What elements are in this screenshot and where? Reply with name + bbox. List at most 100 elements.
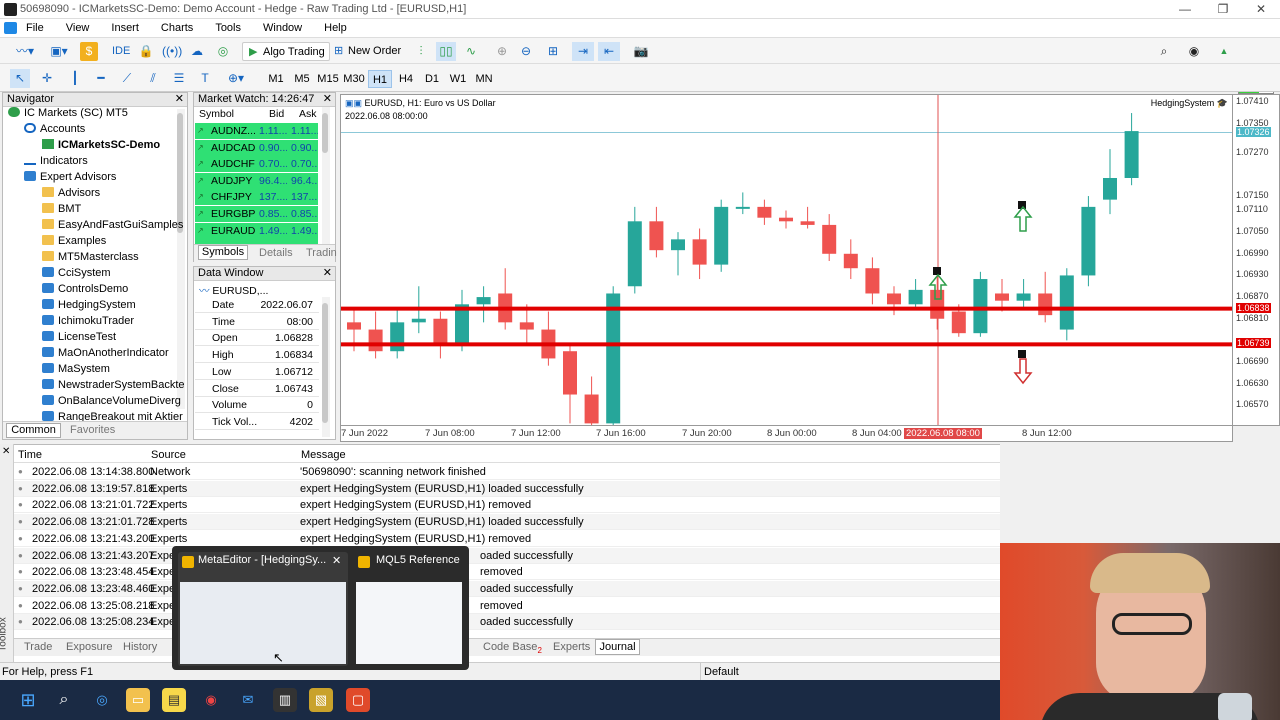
timeframe-m5[interactable]: M5 (290, 70, 314, 88)
market-watch-row[interactable]: ↗ EURGBP 0.85... 0.85... (195, 206, 318, 222)
timeframe-m30[interactable]: M30 (342, 70, 366, 88)
journal-row[interactable]: ● 2022.06.08 13:21:01.722 Experts expert He… (14, 497, 1000, 514)
crosshair-icon[interactable]: ✛ (38, 69, 56, 88)
journal-row[interactable]: ● 2022.06.08 13:21:01.728 Experts expert He… (14, 514, 1000, 531)
tab-exposure[interactable]: Exposure (66, 641, 112, 653)
close-icon[interactable]: ✕ (175, 93, 184, 106)
trendline-icon[interactable]: ⟋ (118, 69, 136, 88)
line-chart-icon[interactable]: ∿ (462, 42, 480, 61)
vps-icon[interactable]: ◎ (214, 42, 232, 61)
journal-row[interactable]: ● 2022.06.08 13:23:48.454 Expe removed (14, 564, 1000, 581)
tab-experts[interactable]: Experts (553, 641, 590, 653)
tab-code-base[interactable]: Code Base2 (483, 641, 542, 655)
cursor-icon[interactable]: ↖ (10, 69, 30, 88)
restore-icon[interactable]: ❐ (1204, 0, 1242, 19)
account-icon[interactable]: ◉ (1186, 42, 1202, 61)
nav-folder-2[interactable]: EasyAndFastGuiSamples (42, 217, 183, 233)
lock-icon[interactable]: 🔒 (138, 42, 154, 61)
menu-help[interactable]: Help (324, 19, 347, 37)
market-watch-row[interactable]: ↗ EURAUD 1.49... 1.49... (195, 222, 318, 239)
nav-folder-1[interactable]: BMT (42, 201, 81, 217)
shapes-icon[interactable]: ⊕▾ (222, 69, 250, 88)
fibonacci-icon[interactable]: ☰ (170, 69, 188, 88)
nav-expert-0[interactable]: CciSystem (42, 265, 111, 281)
cloud-icon[interactable]: ☁ (188, 42, 206, 61)
tab-trading[interactable]: Tradin (306, 247, 337, 259)
col-time[interactable]: Time (18, 449, 42, 461)
mt5-taskbar-icon[interactable]: ▥ (273, 688, 297, 712)
nav-expert-1[interactable]: ControlsDemo (42, 281, 128, 297)
chrome-icon[interactable]: ◉ (199, 688, 223, 712)
signal-icon[interactable]: ((•)) (162, 42, 182, 61)
nav-folder-4[interactable]: MT5Masterclass (42, 249, 139, 265)
grid-icon[interactable]: ⊞ (544, 42, 562, 61)
market-watch-row[interactable]: ↗ AUDNZ... 1.11... 1.11... (195, 123, 318, 139)
dollar-icon[interactable]: $ (80, 42, 98, 61)
preview-metaeditor[interactable]: MetaEditor - [HedgingSy... ✕ (178, 552, 348, 666)
ide-button[interactable]: IDE (108, 42, 134, 61)
candles-icon[interactable]: ▯▯ (436, 42, 456, 61)
candlestick-chart[interactable] (341, 95, 1233, 426)
col-message[interactable]: Message (301, 449, 346, 461)
nav-folder-3[interactable]: Examples (42, 233, 106, 249)
metaeditor-taskbar-icon[interactable]: ▧ (309, 688, 333, 712)
edge-icon[interactable]: ◎ (90, 688, 114, 712)
journal-row[interactable]: ● 2022.06.08 13:21:43.200 Experts expert He… (14, 531, 1000, 547)
menu-file[interactable]: File (26, 19, 44, 37)
nav-folder-0[interactable]: Advisors (42, 185, 100, 201)
nav-indicators[interactable]: Indicators (24, 153, 88, 169)
tab-trade[interactable]: Trade (24, 641, 52, 653)
timeframe-m15[interactable]: M15 (316, 70, 340, 88)
chart-shift-icon[interactable]: ⇤ (598, 42, 620, 61)
menu-window[interactable]: Window (263, 19, 302, 37)
journal-row[interactable]: ● 2022.06.08 13:21:43.207 Expe oaded succes… (14, 547, 1000, 564)
screenshot-icon[interactable]: 📷 (630, 42, 652, 61)
tab-history[interactable]: History (123, 641, 157, 653)
journal-row[interactable]: ● 2022.06.08 13:25:08.234 Expe oaded succes… (14, 614, 1000, 631)
timeframe-w1[interactable]: W1 (446, 70, 470, 88)
tab-common[interactable]: Common (6, 423, 61, 438)
search-icon[interactable]: ⌕ (52, 688, 76, 712)
sticky-notes-icon[interactable]: ▤ (162, 688, 186, 712)
nav-expert-6[interactable]: MaSystem (42, 361, 110, 377)
journal-row[interactable]: ● 2022.06.08 13:14:38.800 Network '50698090… (14, 464, 1000, 480)
chart-area[interactable]: ▣▣ EURUSD, H1: Euro vs US Dollar 2022.06… (340, 94, 1233, 426)
market-watch-row[interactable]: ↗ AUDCHF 0.70... 0.70... (195, 156, 318, 173)
menu-charts[interactable]: Charts (161, 19, 193, 37)
nav-expert-4[interactable]: LicenseTest (42, 329, 116, 345)
col-source[interactable]: Source (151, 449, 186, 461)
menu-view[interactable]: View (66, 19, 90, 37)
data-window-scrollbar[interactable] (322, 297, 330, 437)
col-bid[interactable]: Bid (269, 108, 284, 120)
close-icon[interactable]: ✕ (2, 446, 10, 457)
chart-menu-icon[interactable]: ▣▣ (345, 98, 362, 108)
algo-trading-button[interactable]: ▶ Algo Trading (242, 42, 330, 61)
nav-expert-2[interactable]: HedgingSystem (42, 297, 136, 313)
close-icon[interactable]: ✕ (1242, 0, 1280, 19)
journal-row[interactable]: ● 2022.06.08 13:25:08.218 Expe removed (14, 598, 1000, 614)
file-explorer-icon[interactable]: ▭ (126, 688, 150, 712)
timeframe-m1[interactable]: M1 (264, 70, 288, 88)
tab-favorites[interactable]: Favorites (70, 424, 115, 436)
windows-start-icon[interactable]: ⊞ (16, 688, 40, 712)
close-icon[interactable]: ✕ (323, 267, 332, 280)
close-icon[interactable]: ✕ (323, 93, 332, 106)
timeframe-mn[interactable]: MN (472, 70, 496, 88)
col-symbol[interactable]: Symbol (199, 108, 234, 120)
market-watch-row[interactable]: ↗ CHFJPY 137.... 137.... (195, 189, 318, 206)
menu-tools[interactable]: Tools (215, 19, 241, 37)
app-taskbar-icon[interactable]: ▢ (346, 688, 370, 712)
time-axis[interactable]: 7 Jun 2022 7 Jun 08:00 7 Jun 12:00 7 Jun 16… (340, 426, 1233, 442)
navigator-scrollbar[interactable] (177, 109, 185, 409)
timeframe-h1[interactable]: H1 (368, 70, 392, 88)
market-watch-row[interactable]: ↗ AUDCAD 0.90... 0.90... (195, 139, 318, 156)
chart-type-icon[interactable]: 〰▾ (10, 42, 40, 61)
menu-insert[interactable]: Insert (111, 19, 139, 37)
tab-symbols[interactable]: Symbols (198, 245, 248, 260)
autoscroll-icon[interactable]: ⇥ (572, 42, 594, 61)
new-order-button[interactable]: ⊞ New Order (330, 42, 405, 61)
tab-details[interactable]: Details (259, 247, 293, 259)
vertical-line-icon[interactable]: ┃ (66, 69, 84, 88)
market-watch-row[interactable]: ↗ AUDJPY 96.4... 96.4... (195, 172, 318, 189)
journal-row[interactable]: ● 2022.06.08 13:23:48.460 Expe oaded succes… (14, 580, 1000, 597)
